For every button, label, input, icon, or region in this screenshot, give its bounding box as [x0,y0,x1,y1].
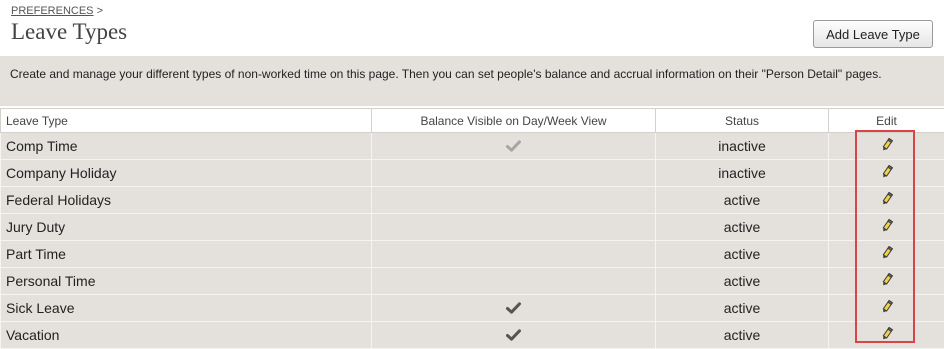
table-row: Sick Leave active [1,295,944,322]
balance-visible-cell [372,268,656,295]
pencil-icon[interactable] [881,327,893,344]
column-header-leave-type: Leave Type [1,109,372,133]
table-row: Part Time active [1,241,944,268]
table-row: Company Holiday inactive [1,160,944,187]
leave-type-name: Sick Leave [1,295,372,322]
table-row: Personal Time active [1,268,944,295]
table-row: Comp Time inactive [1,133,944,160]
status-text: active [656,322,829,349]
status-text: active [656,241,829,268]
pencil-icon[interactable] [881,246,893,263]
edit-cell [829,268,944,295]
pencil-icon[interactable] [881,219,893,236]
edit-cell [829,322,944,349]
edit-cell [829,160,944,187]
balance-visible-cell [372,322,656,349]
status-text: active [656,295,829,322]
balance-visible-cell [372,160,656,187]
balance-visible-cell [372,187,656,214]
status-text: active [656,214,829,241]
column-header-balance-visible: Balance Visible on Day/Week View [372,109,656,133]
balance-visible-cell [372,133,656,160]
breadcrumb-link-preferences[interactable]: PREFERENCES [11,5,94,17]
table-header-row: Leave Type Balance Visible on Day/Week V… [1,109,944,133]
checkmark-icon [506,328,521,344]
leave-type-name: Vacation [1,322,372,349]
table-row: Jury Duty active [1,214,944,241]
checkmark-icon [506,301,521,317]
leave-type-name: Personal Time [1,268,372,295]
leave-type-name: Company Holiday [1,160,372,187]
status-text: active [656,268,829,295]
column-header-edit: Edit [829,109,944,133]
balance-visible-cell [372,295,656,322]
checkmark-icon [506,139,521,155]
leave-types-table: Leave Type Balance Visible on Day/Week V… [0,108,944,349]
table-row: Federal Holidays active [1,187,944,214]
pencil-icon[interactable] [881,273,893,290]
add-leave-type-button[interactable]: Add Leave Type [813,20,933,48]
status-text: inactive [656,133,829,160]
leave-type-name: Federal Holidays [1,187,372,214]
edit-cell [829,295,944,322]
status-text: active [656,187,829,214]
table-row: Vacation active [1,322,944,349]
edit-cell [829,187,944,214]
page-title: Leave Types [11,19,127,45]
leave-type-name: Jury Duty [1,214,372,241]
column-header-status: Status [656,109,829,133]
pencil-icon[interactable] [881,300,893,317]
leave-type-name: Comp Time [1,133,372,160]
pencil-icon[interactable] [881,192,893,209]
breadcrumb: PREFERENCES > [11,5,103,17]
balance-visible-cell [372,214,656,241]
breadcrumb-separator: > [97,5,103,17]
edit-cell [829,133,944,160]
status-text: inactive [656,160,829,187]
pencil-icon[interactable] [881,165,893,182]
balance-visible-cell [372,241,656,268]
pencil-icon[interactable] [881,138,893,155]
edit-cell [829,214,944,241]
edit-cell [829,241,944,268]
page-description: Create and manage your different types o… [0,56,944,106]
leave-type-name: Part Time [1,241,372,268]
